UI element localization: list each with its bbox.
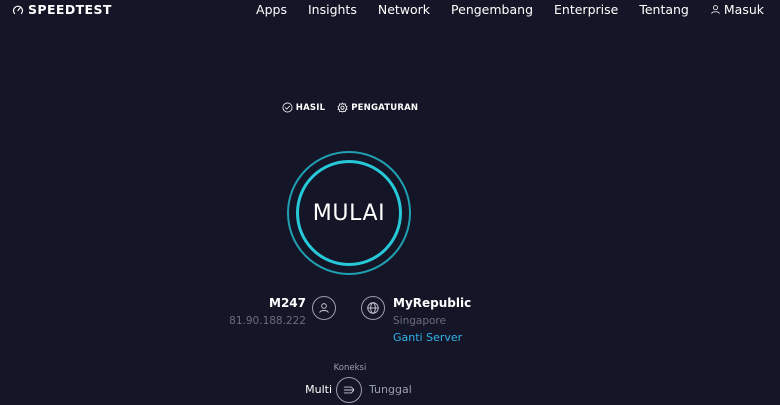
nav-tentang[interactable]: Tentang <box>639 2 689 17</box>
tab-hasil[interactable]: HASIL <box>282 102 325 113</box>
nav-apps[interactable]: Apps <box>256 2 287 17</box>
speedtest-page: SPEEDTEST Apps Insights Network Pengemba… <box>0 0 780 405</box>
globe-icon <box>367 302 379 314</box>
tab-hasil-label: HASIL <box>295 102 326 113</box>
connection-label: Koneksi <box>333 363 367 373</box>
user-icon <box>319 303 329 313</box>
isp-name: M247 <box>269 296 306 310</box>
server-name: MyRepublic <box>393 296 472 310</box>
check-circle-icon <box>282 102 293 113</box>
login-label: Masuk <box>723 2 764 17</box>
logo-text: SPEEDTEST <box>28 2 112 17</box>
login-link[interactable]: Masuk <box>710 2 764 17</box>
main-nav: Apps Insights Network Pengembang Enterpr… <box>256 2 764 17</box>
speedometer-icon <box>12 5 24 14</box>
connection-toggle[interactable] <box>336 377 362 403</box>
go-button[interactable]: MULAI <box>287 151 411 275</box>
nav-insights[interactable]: Insights <box>308 2 357 17</box>
tab-pengaturan-label: PENGATURAN <box>351 102 419 113</box>
connection-multi-option[interactable]: Multi <box>305 383 332 396</box>
server-globe-icon-circle <box>361 296 385 320</box>
change-server-link[interactable]: Ganti Server <box>393 331 462 344</box>
nav-enterprise[interactable]: Enterprise <box>554 2 618 17</box>
gear-icon <box>337 102 348 113</box>
nav-network[interactable]: Network <box>378 2 430 17</box>
nav-pengembang[interactable]: Pengembang <box>451 2 533 17</box>
connection-single-option[interactable]: Tunggal <box>369 383 412 396</box>
go-button-label: MULAI <box>312 200 386 226</box>
logo[interactable]: SPEEDTEST <box>12 2 112 17</box>
user-icon <box>711 5 720 14</box>
result-tabs: HASIL PENGATURAN <box>0 102 700 113</box>
go-button-ring: MULAI <box>296 160 402 266</box>
isp-ip: 81.90.188.222 <box>229 315 306 327</box>
connections-icon <box>343 386 355 394</box>
server-location: Singapore <box>393 315 446 327</box>
tab-pengaturan[interactable]: PENGATURAN <box>337 102 418 113</box>
host-user-icon-circle <box>312 296 336 320</box>
header: SPEEDTEST Apps Insights Network Pengemba… <box>0 0 780 20</box>
